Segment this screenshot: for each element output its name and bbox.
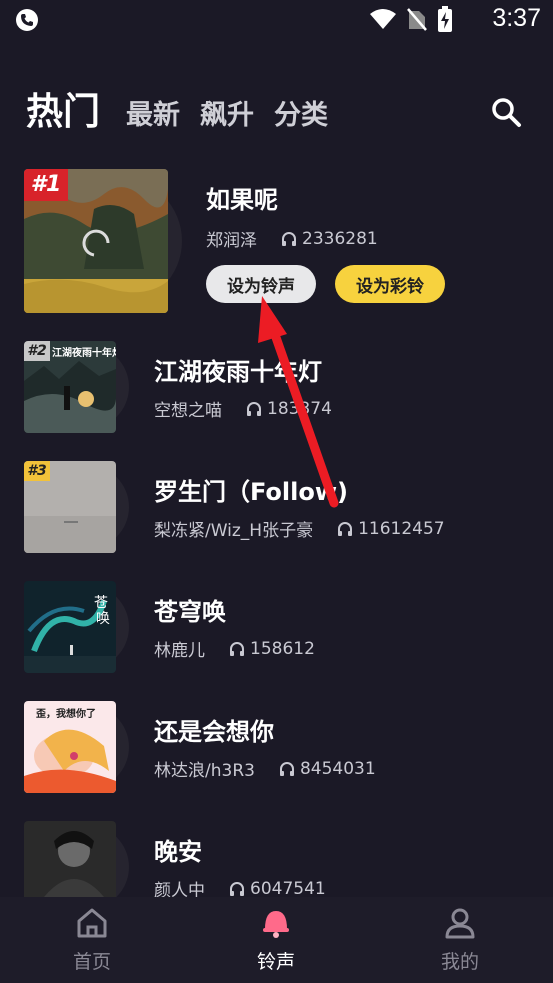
album-cover: 苍 唤: [24, 581, 116, 673]
tab-latest[interactable]: 最新: [126, 93, 180, 132]
tab-rising[interactable]: 飙升: [200, 93, 254, 132]
set-color-ringtone-button[interactable]: 设为彩铃: [335, 265, 445, 303]
home-icon: [77, 908, 107, 938]
album-cover: #3: [24, 461, 116, 553]
headphones-icon: [282, 231, 296, 246]
play-count: 158612: [250, 638, 315, 659]
play-count: 11612457: [358, 518, 445, 539]
headphones-icon: [247, 401, 261, 416]
clock: 3:37: [492, 4, 541, 32]
rank-badge: #3: [24, 461, 50, 481]
no-sim-icon: [407, 8, 427, 31]
svg-text:唤: 唤: [96, 610, 110, 627]
headphones-icon: [338, 521, 353, 536]
headphones-icon: [279, 761, 294, 776]
song-meta: 梨冻紧/Wiz_H张子豪 11612457: [154, 516, 445, 542]
set-ringtone-button[interactable]: 设为铃声: [206, 265, 316, 303]
headphones-icon: [230, 881, 244, 896]
song-meta: 郑润泽 2336281: [206, 226, 378, 252]
artist-name: 林达浪/h3R3: [154, 761, 255, 781]
rank-badge: #2: [24, 341, 50, 361]
play-count: 183374: [267, 398, 332, 419]
song-meta: 林鹿儿 158612: [154, 636, 315, 662]
cover-caption: 歪，我想你了: [36, 709, 96, 720]
battery-charging-icon: [438, 6, 452, 32]
play-count: 2336281: [302, 228, 378, 249]
play-count: 8454031: [299, 758, 376, 779]
tab-mine-label: 我的: [440, 951, 479, 973]
song-title: 苍穹唤: [154, 598, 226, 626]
user-icon: [445, 908, 475, 939]
artist-name: 林鹿儿: [154, 641, 205, 661]
bottom-tab-bar: 首页 铃声 我的: [0, 897, 553, 983]
song-title: 晚安: [154, 838, 202, 866]
album-cover: [24, 821, 116, 897]
tab-mine[interactable]: 我的: [420, 907, 500, 974]
tab-home-label: 首页: [72, 951, 111, 973]
album-cover: 歪，我想你了: [24, 701, 116, 793]
song-title: 如果呢: [206, 186, 278, 214]
album-cover: #1: [24, 169, 168, 313]
artist-name: 郑润泽: [206, 231, 257, 251]
song-title: 江湖夜雨十年灯: [154, 358, 322, 386]
svg-text:苍: 苍: [94, 595, 108, 611]
tab-home[interactable]: 首页: [52, 907, 132, 974]
status-bar: 3:37: [0, 0, 553, 40]
artist-name: 空想之喵: [154, 401, 222, 421]
song-meta: 空想之喵 183374: [154, 396, 332, 422]
cover-caption: 江湖夜雨十年灯: [52, 348, 116, 359]
rank-badge: #1: [24, 169, 68, 201]
headphones-icon: [230, 641, 244, 656]
tab-ringtone[interactable]: 铃声: [236, 907, 316, 974]
album-cover: #2 江湖夜雨十年灯: [24, 341, 116, 433]
wifi-icon: [370, 9, 396, 29]
song-title: 还是会想你: [154, 718, 274, 746]
artist-name: 梨冻紧/Wiz_H张子豪: [154, 521, 314, 541]
phone-call-icon: [16, 9, 38, 31]
tab-hot[interactable]: 热门: [26, 81, 100, 135]
bell-icon: [263, 911, 289, 938]
play-count: 6047541: [250, 878, 326, 899]
search-icon[interactable]: [490, 96, 524, 130]
top-tabs: 热门 最新 飙升 分类: [0, 76, 553, 136]
song-title: 罗生门（Follow): [154, 478, 348, 506]
tab-ringtone-label: 铃声: [256, 951, 295, 973]
song-meta: 林达浪/h3R3 8454031: [154, 756, 376, 782]
tab-category[interactable]: 分类: [274, 93, 328, 132]
